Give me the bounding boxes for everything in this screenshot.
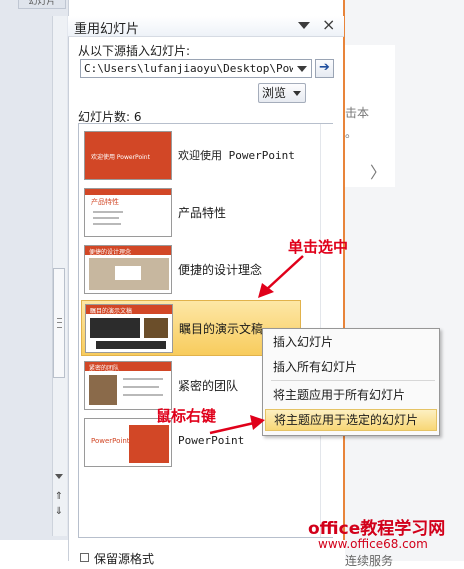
arrow-line: [265, 255, 304, 291]
watermark-url: www.office68.com: [318, 537, 428, 551]
arrow-head: [250, 415, 265, 430]
arrow-line: [209, 421, 255, 435]
watermark-title: office教程学习网: [308, 519, 446, 539]
annotation-arrows: [209, 255, 304, 435]
